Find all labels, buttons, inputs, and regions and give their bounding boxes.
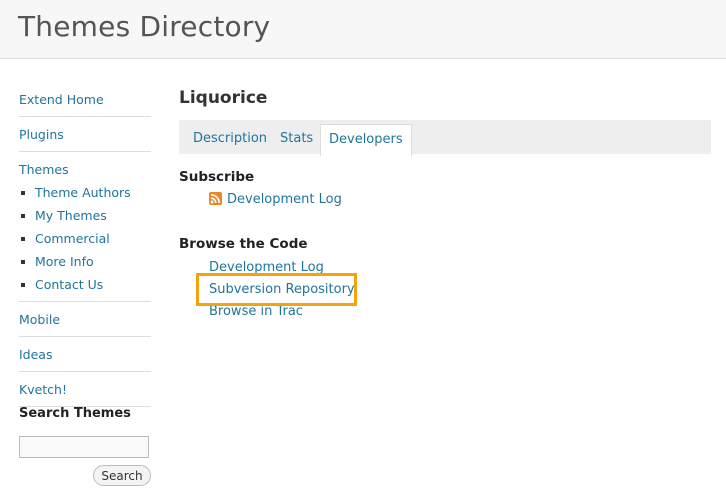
subnav-my-themes[interactable]: My Themes [35, 208, 107, 223]
subnav-item: My Themes [19, 204, 151, 227]
sidebar-themes-group: Themes Theme Authors My Themes Commercia… [19, 158, 151, 302]
subnav-contact-us[interactable]: Contact Us [35, 277, 103, 292]
main-content: Liquorice Description Stats Developers S… [179, 86, 711, 319]
subscribe-heading: Subscribe [179, 169, 255, 185]
page-title: Liquorice [179, 88, 268, 108]
tab-stats[interactable]: Stats [280, 124, 313, 154]
sidebar-item-mobile[interactable]: Mobile [19, 309, 151, 331]
site-header: Themes Directory [0, 0, 726, 59]
sidebar-item-themes[interactable]: Themes [19, 159, 151, 181]
subnav-item: More Info [19, 250, 151, 273]
sidebar-item-extend-home-wrap: Extend Home [19, 88, 151, 117]
subnav-item: Contact Us [19, 273, 151, 296]
sidebar-item-mobile-wrap: Mobile [19, 308, 151, 337]
development-log-feed-link[interactable]: Development Log [227, 192, 342, 207]
sidebar-item-plugins[interactable]: Plugins [19, 124, 151, 146]
sidebar-item-ideas[interactable]: Ideas [19, 344, 151, 366]
subnav-theme-authors[interactable]: Theme Authors [35, 185, 131, 200]
sidebar-item-kvetch[interactable]: Kvetch! [19, 379, 151, 401]
subnav-more-info[interactable]: More Info [35, 254, 94, 269]
subnav-item: Commercial [19, 227, 151, 250]
search-input[interactable] [19, 436, 149, 458]
development-log-link[interactable]: Development Log [209, 260, 324, 276]
subscribe-row: Development Log [209, 192, 342, 208]
rss-icon [209, 192, 222, 205]
themes-subnav: Theme Authors My Themes Commercial More … [19, 181, 151, 296]
subversion-repository-link[interactable]: Subversion Repository [209, 282, 355, 298]
browse-in-trac-link[interactable]: Browse in Trac [209, 304, 303, 320]
sidebar-item-plugins-wrap: Plugins [19, 123, 151, 152]
tab-developers[interactable]: Developers [320, 124, 412, 156]
sidebar-item-extend-home[interactable]: Extend Home [19, 89, 151, 111]
sidebar-item-kvetch-wrap: Kvetch! [19, 378, 151, 407]
subnav-item: Theme Authors [19, 181, 151, 204]
browse-code-heading: Browse the Code [179, 236, 308, 252]
search-themes-title: Search Themes [19, 406, 131, 421]
sidebar-item-ideas-wrap: Ideas [19, 343, 151, 372]
site-title: Themes Directory [18, 10, 271, 43]
tab-description[interactable]: Description [193, 124, 267, 154]
tab-bar: Description Stats Developers [179, 120, 711, 156]
sidebar: Extend Home Plugins Themes Theme Authors… [19, 88, 151, 407]
search-button[interactable]: Search [93, 465, 151, 486]
subnav-commercial[interactable]: Commercial [35, 231, 110, 246]
